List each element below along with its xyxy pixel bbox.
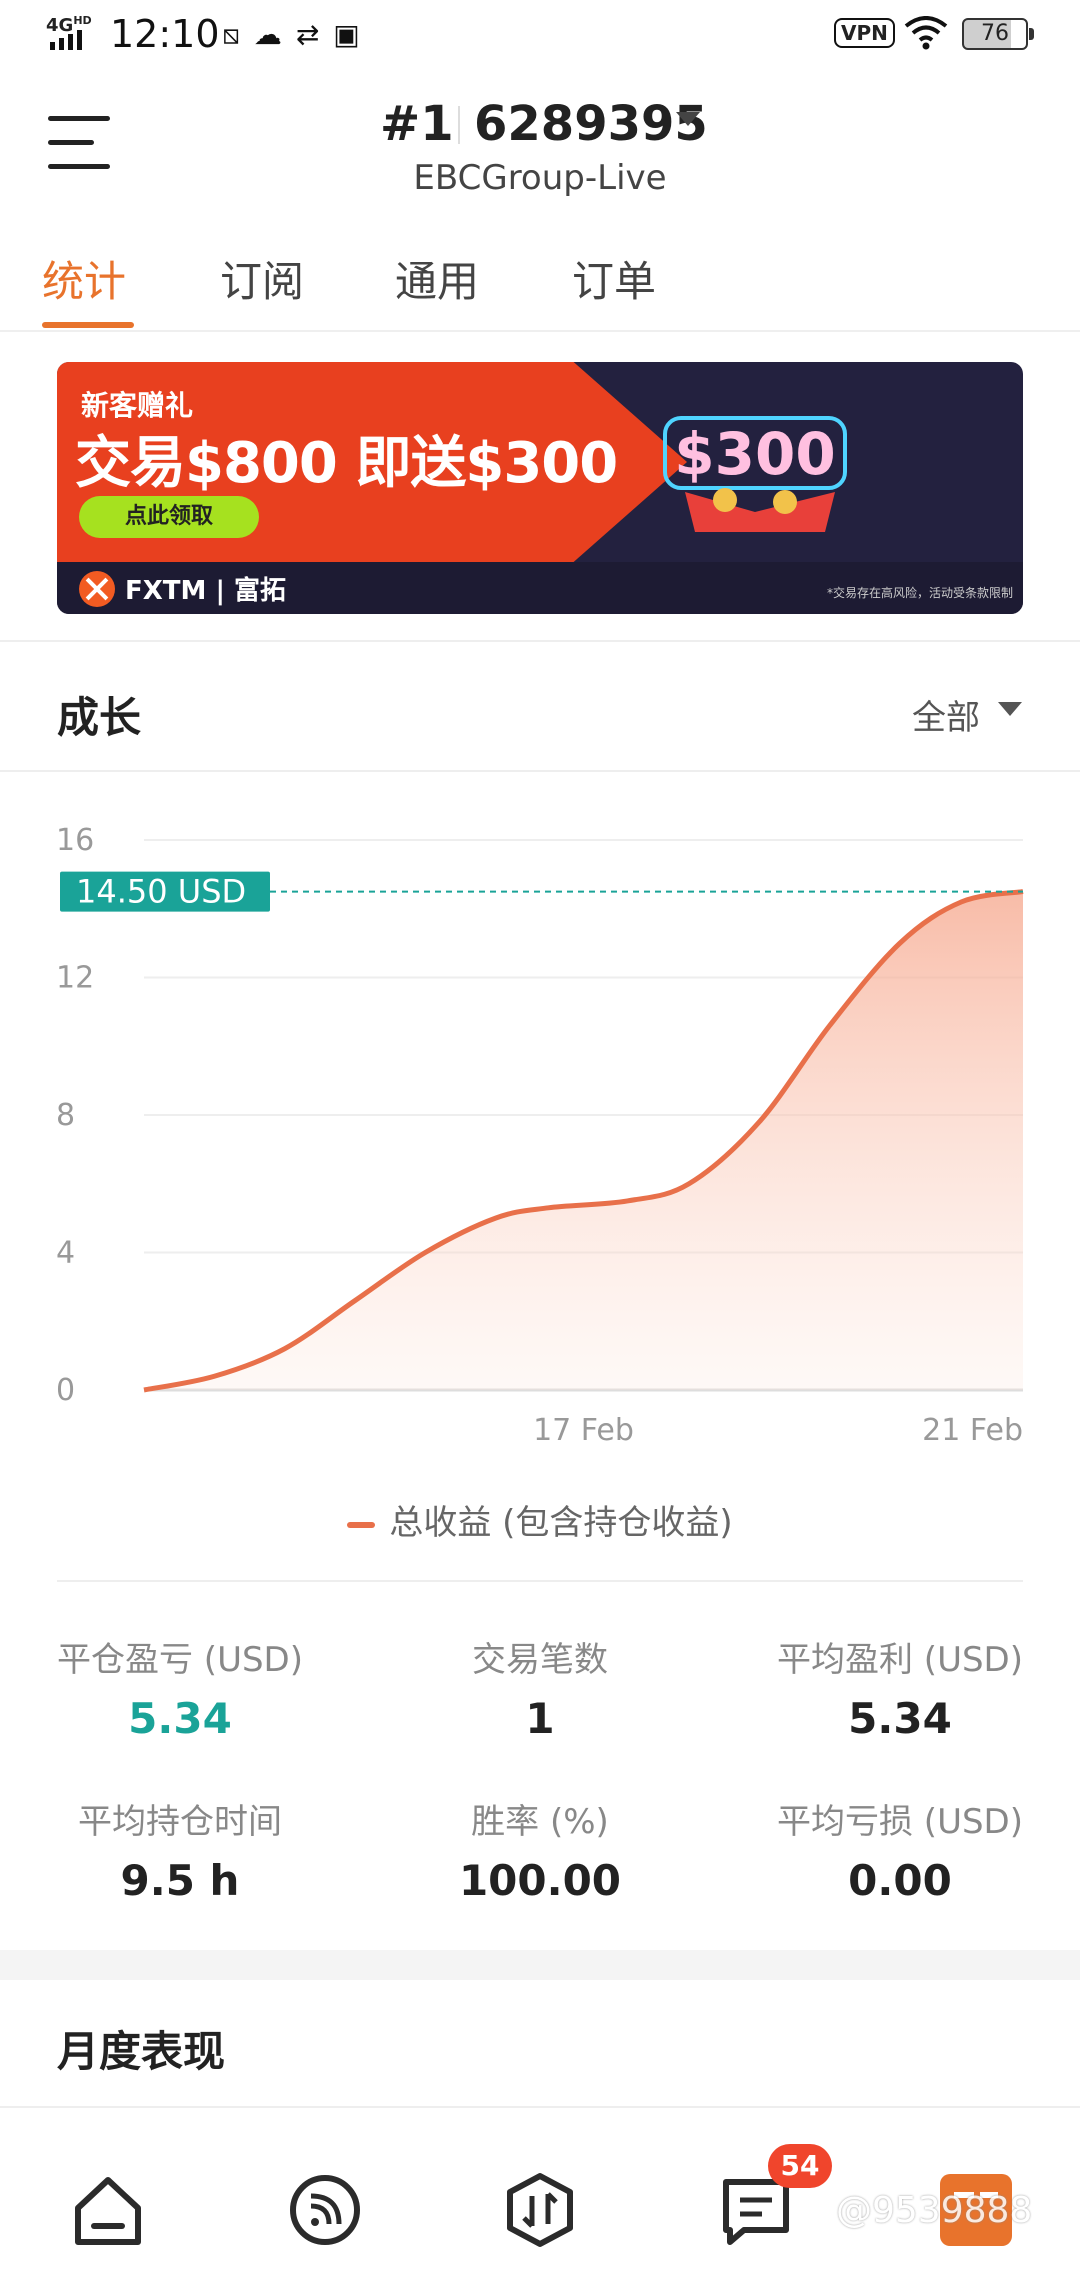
divider [0, 330, 1080, 332]
divider [57, 1580, 1023, 1582]
divider [0, 770, 1080, 772]
risk-note: *交易存在高风险，活动受条款限制 [827, 586, 1014, 600]
trade-count-label: 交易笔数 [472, 1640, 608, 1680]
fxtm-logo-icon [79, 570, 115, 607]
growth-chart: 0 4 8 12 16 14.50 USD 17 Feb 21 Feb [56, 823, 1024, 1448]
trade-count-value: 1 [525, 1694, 555, 1743]
tab-statistics[interactable]: 统计 [42, 248, 126, 309]
app-notification-icon: ⧅ [222, 18, 240, 51]
play-icon: ▣ [333, 18, 360, 51]
legend-swatch [347, 1521, 376, 1528]
watermark: @9539888 [836, 2190, 1033, 2231]
closed-pnl-value: 5.34 [128, 1694, 232, 1743]
avg-profit-label: 平均盈利 (USD) [777, 1640, 1023, 1680]
x-tick-label: 17 Feb [533, 1413, 634, 1448]
account-number[interactable]: #1 [380, 96, 454, 152]
win-rate-label: 胜率 (%) [471, 1802, 609, 1842]
tab-general[interactable]: 通用 [395, 248, 479, 309]
unread-badge: 54 [768, 2144, 832, 2188]
divider [458, 106, 460, 144]
account-dropdown-icon[interactable] [676, 112, 700, 126]
tab-subscribe[interactable]: 订阅 [220, 248, 304, 309]
area-fill [144, 891, 1023, 1390]
avg-hold-label: 平均持仓时间 [78, 1802, 282, 1842]
feed-icon[interactable] [285, 2170, 365, 2250]
wechat-icon: ☁ [253, 18, 282, 51]
avg-hold-value: 9.5 h [120, 1856, 240, 1905]
fxtm-logo: FXTM | 富拓 [79, 570, 286, 607]
chevron-down-icon[interactable] [998, 702, 1022, 716]
current-value-label: 14.50 USD [76, 873, 246, 911]
status-time: 12:10 [110, 12, 220, 56]
banner-offer: 交易$800 即送$300 [75, 431, 618, 496]
svg-text:$300: $300 [674, 420, 835, 488]
promo-banner[interactable]: 新客赠礼 交易$800 即送$300 点此领取 FXTM | 富拓 $300 *… [57, 362, 1023, 614]
claim-button[interactable]: 点此领取 [79, 496, 259, 538]
y-tick-label: 0 [56, 1373, 75, 1408]
gift-box-icon: $300 [663, 416, 847, 532]
signal-icon [50, 30, 82, 50]
section-gap [0, 1950, 1080, 1980]
notification-icons: ⧅ ☁ ⇄ ▣ [222, 18, 360, 52]
handshake-icon: ⇄ [295, 18, 320, 51]
y-tick-label: 4 [56, 1236, 75, 1271]
home-icon[interactable] [68, 2170, 148, 2250]
divider [0, 2106, 1080, 2108]
win-rate-value: 100.00 [458, 1856, 622, 1905]
active-tab-indicator [42, 322, 134, 328]
closed-pnl-label: 平仓盈亏 (USD) [57, 1640, 303, 1680]
range-filter[interactable]: 全部 [912, 690, 980, 739]
avg-loss-value: 0.00 [848, 1856, 952, 1905]
avg-loss-label: 平均亏损 (USD) [777, 1802, 1023, 1842]
account-id[interactable]: 6289395 [474, 96, 708, 152]
x-tick-label: 21 Feb [922, 1413, 1023, 1448]
avg-profit-value: 5.34 [848, 1694, 952, 1743]
battery-icon: 76 [962, 18, 1034, 50]
wifi-icon [904, 16, 948, 50]
tab-orders[interactable]: 订单 [572, 248, 656, 309]
y-tick-label: 16 [56, 823, 94, 858]
status-bar: 4GHD 12:10 ⧅ ☁ ⇄ ▣ VPN 76 [0, 0, 1080, 72]
y-tick-label: 12 [56, 961, 94, 996]
divider [0, 640, 1080, 642]
y-tick-label: 8 [56, 1098, 75, 1133]
trade-icon[interactable] [500, 2170, 580, 2250]
server-name: EBCGroup-Live [413, 158, 667, 198]
vpn-badge: VPN [834, 18, 895, 48]
chart-legend: 总收益 (包含持仓收益) [0, 1495, 1080, 1544]
growth-title: 成长 [57, 693, 142, 742]
monthly-title: 月度表现 [57, 2027, 226, 2076]
